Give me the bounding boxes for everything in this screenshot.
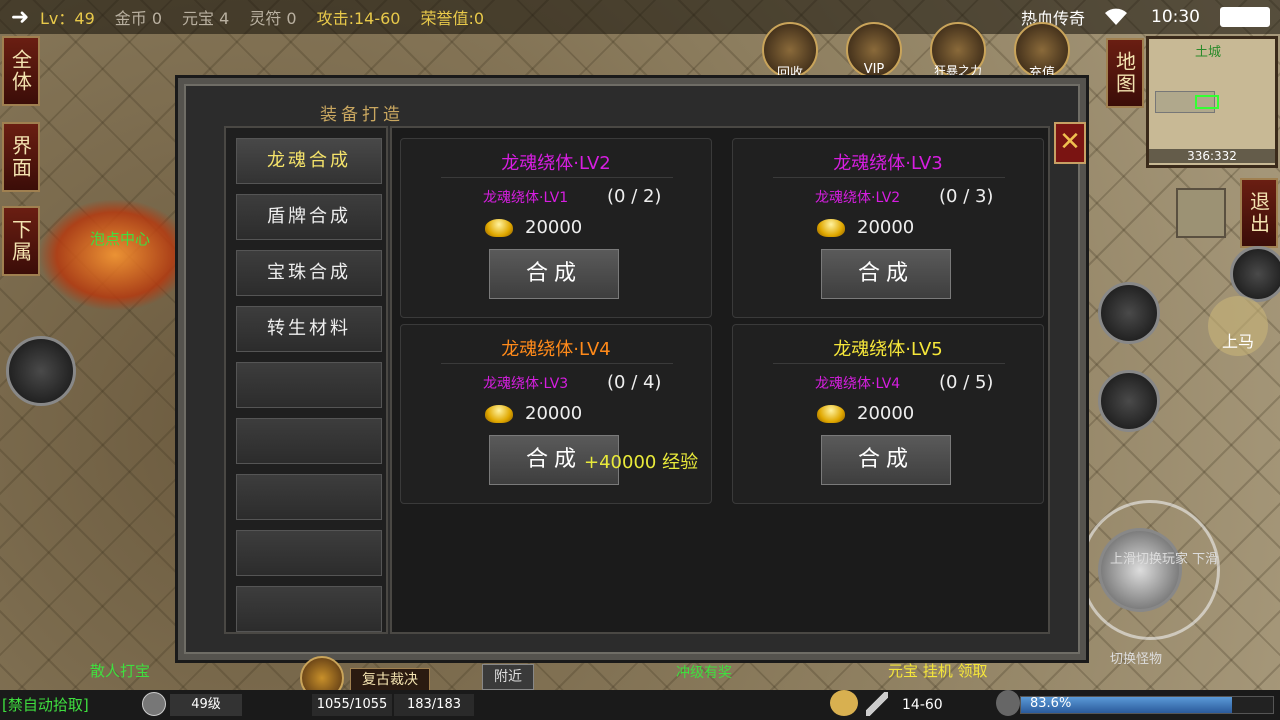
card-requirement: 龙魂绕体·LV4: [815, 376, 901, 392]
tab-rebirth-material[interactable]: 转生材料: [236, 306, 382, 352]
sword-icon: [866, 692, 888, 716]
craft-button[interactable]: 合成: [489, 249, 619, 299]
craft-content: 龙魂绕体·LV2 龙魂绕体·LV1 (0 / 2) 20000 合成 龙魂绕体·…: [390, 126, 1050, 634]
card-title: 龙魂绕体·LV3: [833, 153, 943, 174]
berserk-icon[interactable]: 狂暴之力: [930, 22, 986, 78]
tab-empty-5[interactable]: [236, 586, 382, 632]
wifi-icon: [1105, 8, 1127, 25]
craft-card: 龙魂绕体·LV2 龙魂绕体·LV1 (0 / 2) 20000 合成: [400, 138, 712, 318]
hp-value: 1055/1055: [312, 694, 392, 716]
side-button-all[interactable]: 全体: [2, 36, 40, 106]
bubble-center-label: 泡点中心: [90, 230, 151, 248]
card-title: 龙魂绕体·LV4: [501, 339, 611, 360]
side-button-map[interactable]: 地图: [1106, 38, 1144, 108]
gold-ingot-icon: [485, 405, 513, 423]
card-cost: 20000: [525, 403, 583, 424]
card-requirement: 龙魂绕体·LV2: [815, 190, 901, 206]
divider: [773, 177, 1005, 178]
craft-button[interactable]: 合成: [821, 435, 951, 485]
mp-value: 183/183: [394, 694, 474, 716]
card-title: 龙魂绕体·LV2: [501, 153, 611, 174]
lingfu-stat: 灵符 0: [249, 9, 297, 28]
craft-card: 龙魂绕体·LV5 龙魂绕体·LV4 (0 / 5) 20000 合成: [732, 324, 1044, 504]
berserk-label: 狂暴之力: [933, 64, 982, 78]
card-count: (0 / 3): [939, 186, 994, 207]
collect-label[interactable]: 元宝 挂机 领取: [888, 660, 988, 681]
side-button-subordinate[interactable]: 下属: [2, 206, 40, 276]
exp-gain-popup: +40000 经验: [584, 452, 699, 473]
map-thumb[interactable]: [1176, 188, 1226, 238]
tab-dragon-soul[interactable]: 龙魂合成: [236, 138, 382, 184]
card-count: (0 / 4): [607, 372, 662, 393]
honor-stat: 荣誉值:0: [420, 9, 485, 28]
skill-button-1[interactable]: [1098, 282, 1160, 344]
gold-ingot-icon: [817, 405, 845, 423]
minimap-player-marker: [1195, 95, 1219, 109]
yuanbao-stat: 元宝 4: [182, 9, 230, 28]
minimap-coords: 336:332: [1149, 149, 1275, 163]
card-cost: 20000: [525, 217, 583, 238]
card-count: (0 / 2): [607, 186, 662, 207]
clock: 10:30: [1151, 7, 1200, 27]
mount-button[interactable]: 上马: [1208, 296, 1268, 356]
minimap[interactable]: 土城 336:332: [1146, 36, 1278, 168]
card-requirement: 龙魂绕体·LV1: [483, 190, 569, 206]
status-bar: ➜ Lv：49 金币 0 元宝 4 灵符 0 攻击:14-60 荣誉值:0 热血…: [0, 0, 1280, 34]
level-badge-icon: [142, 692, 166, 716]
divider: [441, 363, 673, 364]
mount-label: 上马: [1221, 332, 1254, 351]
level-gift-label[interactable]: 冲级有奖: [676, 662, 732, 682]
skill-shield-icon[interactable]: [6, 336, 76, 406]
close-button[interactable]: ✕: [1054, 122, 1086, 164]
auto-pickup-toggle[interactable]: [禁自动拾取]: [2, 694, 89, 716]
tab-empty-3[interactable]: [236, 474, 382, 520]
card-title: 龙魂绕体·LV5: [833, 339, 943, 360]
tab-empty-4[interactable]: [236, 530, 382, 576]
battery-icon: [1220, 7, 1270, 27]
chat-bubble-icon[interactable]: [830, 690, 858, 716]
divider: [773, 363, 1005, 364]
tab-shield[interactable]: 盾牌合成: [236, 194, 382, 240]
tab-empty-1[interactable]: [236, 362, 382, 408]
tab-empty-2[interactable]: [236, 418, 382, 464]
craft-card: 龙魂绕体·LV3 龙魂绕体·LV2 (0 / 3) 20000 合成: [732, 138, 1044, 318]
divider: [441, 177, 673, 178]
card-count: (0 / 5): [939, 372, 994, 393]
side-button-interface[interactable]: 界面: [2, 122, 40, 192]
scatter-label: 散人打宝: [90, 662, 151, 680]
craft-tab-list: 龙魂合成 盾牌合成 宝珠合成 转生材料: [224, 126, 388, 634]
craft-card: 龙魂绕体·LV4 龙魂绕体·LV3 (0 / 4) 20000 合成: [400, 324, 712, 504]
card-requirement: 龙魂绕体·LV3: [483, 376, 569, 392]
craft-button[interactable]: 合成: [821, 249, 951, 299]
attack-stat: 攻击:14-60: [316, 9, 401, 28]
recycle-icon[interactable]: 回收: [762, 22, 818, 81]
minimap-title: 土城: [1195, 45, 1222, 60]
nearby-button[interactable]: 附近: [482, 664, 534, 690]
level-stat: Lv：49: [40, 9, 95, 28]
card-cost: 20000: [857, 217, 915, 238]
card-cost: 20000: [857, 403, 915, 424]
attack-range: 14-60: [902, 697, 943, 713]
vip-icon[interactable]: VIP: [846, 22, 902, 78]
gold-ingot-icon: [817, 219, 845, 237]
panel-title: 装备打造: [320, 105, 404, 125]
coins-stat: 金币 0: [114, 9, 163, 28]
bubble-center-glow: [40, 200, 190, 310]
player-level: 49级: [170, 694, 242, 716]
slide-hint: 上滑切换玩家 下滑切换怪物: [1110, 552, 1219, 667]
sword-skill-icon[interactable]: [1098, 370, 1160, 432]
vip-label: VIP: [863, 62, 885, 77]
gold-ingot-icon: [485, 219, 513, 237]
recharge-icon[interactable]: 充值: [1014, 22, 1070, 81]
side-button-exit[interactable]: 退出: [1240, 178, 1278, 248]
shuriken-icon[interactable]: [1230, 246, 1280, 302]
expand-arrow-icon[interactable]: ➜: [0, 5, 40, 30]
tab-orb[interactable]: 宝珠合成: [236, 250, 382, 296]
exp-percent: 83.6%: [1030, 696, 1072, 711]
revive-button[interactable]: 复古裁决: [350, 668, 430, 692]
exp-icon: [996, 690, 1020, 716]
